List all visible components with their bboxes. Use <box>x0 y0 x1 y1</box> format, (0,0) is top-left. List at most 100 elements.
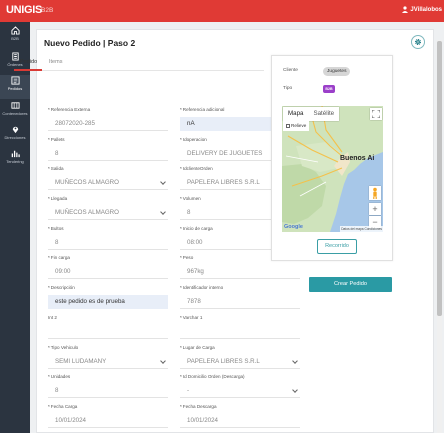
sidebar-item-direcciones[interactable]: Direcciones <box>0 124 30 148</box>
page-title: Nuevo Pedido | Paso 2 <box>44 38 136 48</box>
field-llegada: *Llegada MUÑECOS ALMAGRO <box>48 196 168 220</box>
field-label: Referencia adicional <box>182 107 225 112</box>
field-label: Volumen <box>182 196 201 201</box>
field-fecha-descarga: *Fecha Descarga 10/01/2024 <box>180 404 300 428</box>
field-descripcion: *Descripción este pedido es de prueba <box>48 285 168 309</box>
top-bar: UNIGIS B2B JVillalobos <box>0 0 444 22</box>
field-referencia-externa: *Referencia Externa 28072020-285 <box>48 107 168 131</box>
cliente-label: Cliente <box>283 68 298 73</box>
zoom-in-button[interactable]: + <box>369 203 381 215</box>
sidebar-item-label: Pedidos <box>7 86 23 91</box>
field-label: Descripción <box>50 285 75 290</box>
fecha-descarga-input[interactable]: 10/01/2024 <box>180 414 300 428</box>
int2-input[interactable] <box>48 325 168 339</box>
field-fecha-carga: *Fecha Carga 10/01/2024 <box>48 404 168 428</box>
home-icon <box>10 26 20 35</box>
field-label: Salida <box>50 166 64 171</box>
field-label: Lugar de Carga <box>182 345 215 350</box>
street-view-pegman[interactable] <box>369 186 381 200</box>
settings-button[interactable] <box>411 35 425 49</box>
lugar-carga-select[interactable]: PAPELERA LIBRES S.R.L <box>180 355 300 369</box>
field-label: IdclienteOrden <box>182 166 213 171</box>
recorrido-button[interactable]: Recorrido <box>317 239 357 254</box>
tab-pedido[interactable]: Pedido <box>20 59 37 65</box>
field-label: Pallets <box>50 137 65 142</box>
salida-select[interactable]: MUÑECOS ALMAGRO <box>48 176 168 190</box>
page-scrollbar[interactable] <box>437 40 442 433</box>
field-label: Fecha Carga <box>50 404 78 409</box>
pedidos-icon <box>10 76 20 85</box>
identificador-interno-input[interactable]: 7878 <box>180 295 300 309</box>
sidebar-item-label: B2B <box>11 36 19 41</box>
field-label: Identificador interno <box>182 285 224 290</box>
field-label: Int 2 <box>48 315 57 320</box>
order-summary-panel: Cliente Juguetes Tipo B2B Mapa Satélite … <box>271 55 393 261</box>
relief-label: Relieve <box>291 123 307 128</box>
sidebar: B2B Órdenes Pedidos Contenedores Direcci… <box>0 22 30 433</box>
peso-input[interactable]: 967kg <box>180 265 300 279</box>
map-tab-mapa[interactable]: Mapa <box>283 107 308 121</box>
product-name: B2B <box>41 7 54 14</box>
chart-icon <box>11 150 20 158</box>
user-name: JVillalobos <box>410 6 442 13</box>
user-menu[interactable]: JVillalobos <box>402 6 442 13</box>
app-logo[interactable]: UNIGIS <box>6 4 42 16</box>
field-label: Varchar 1 <box>182 315 203 320</box>
llegada-select[interactable]: MUÑECOS ALMAGRO <box>48 206 168 220</box>
field-label: Tipo Vehiculo <box>50 345 79 350</box>
field-label: Referencia Externa <box>50 107 91 112</box>
scrollbar-thumb[interactable] <box>437 41 442 316</box>
sidebar-item-contenedores[interactable]: Contenedores <box>0 100 30 124</box>
map-attribution[interactable]: Datos del mapa Condiciones <box>340 226 383 232</box>
containers-icon <box>10 102 20 109</box>
field-label: Inicio de carga <box>182 226 213 231</box>
tabs: Pedido Items <box>14 57 264 71</box>
relief-checkbox[interactable] <box>286 124 290 128</box>
bultos-input[interactable]: 8 <box>48 236 168 250</box>
fullscreen-icon <box>371 109 381 119</box>
field-label: Unidades <box>50 374 71 379</box>
field-label: Id Domicilio Orden (Descarga) <box>182 374 245 379</box>
field-int2: Int 2 <box>48 315 168 339</box>
field-unidades: *Unidades 8 <box>48 374 168 398</box>
field-label: Llegada <box>50 196 68 201</box>
gear-icon <box>414 38 422 46</box>
crear-pedido-button[interactable]: Crear Pedido <box>309 277 392 292</box>
map-type-tabs: Mapa Satélite <box>283 107 340 121</box>
map-relief-toggle[interactable]: Relieve <box>283 121 310 131</box>
map-city-label: Buenos Ai <box>340 155 375 162</box>
field-identificador-interno: *Identificador interno 7878 <box>180 285 300 309</box>
field-label: Bultos <box>50 226 64 231</box>
map-tab-satelite[interactable]: Satélite <box>308 107 339 121</box>
fin-carga-input[interactable]: 09:00 <box>48 265 168 279</box>
tipo-badge: B2B <box>323 85 335 93</box>
route-map[interactable]: Mapa Satélite Relieve Buenos Ai + − Goog… <box>282 106 383 232</box>
tipo-vehiculo-select[interactable]: SEMI LUDAMANY <box>48 355 168 369</box>
sidebar-item-b2b[interactable]: B2B <box>0 25 30 49</box>
field-label: Fin carga <box>50 255 70 260</box>
fullscreen-button[interactable] <box>370 108 382 120</box>
field-lugar-carga: *Lugar de Carga PAPELERA LIBRES S.R.L <box>180 345 300 369</box>
varchar1-input[interactable] <box>180 325 300 339</box>
active-tab-indicator <box>14 69 42 71</box>
location-icon <box>12 126 18 134</box>
sidebar-item-label: Contenedores <box>2 111 28 116</box>
field-varchar1: *Varchar 1 <box>180 315 300 339</box>
sidebar-item-pedidos[interactable]: Pedidos <box>0 75 30 99</box>
descripcion-input[interactable]: este pedido es de prueba <box>48 295 168 309</box>
user-icon <box>402 6 409 13</box>
field-tipo-vehiculo: *Tipo Vehiculo SEMI LUDAMANY <box>48 345 168 369</box>
pallets-input[interactable]: 8 <box>48 147 168 161</box>
id-domicilio-descarga-select[interactable]: - <box>180 384 300 398</box>
field-label: Peso <box>182 255 194 260</box>
field-label: Idoperacion <box>182 137 207 142</box>
field-label: Fecha Descarga <box>182 404 217 409</box>
field-fin-carga: *Fin carga 09:00 <box>48 255 168 279</box>
sidebar-item-label: Direcciones <box>4 135 26 140</box>
referencia-externa-input[interactable]: 28072020-285 <box>48 117 168 131</box>
tab-items[interactable]: Items <box>49 59 62 65</box>
fecha-carga-input[interactable]: 10/01/2024 <box>48 414 168 428</box>
unidades-input[interactable]: 8 <box>48 384 168 398</box>
sidebar-item-label: Tendering <box>6 159 24 164</box>
sidebar-item-tendering[interactable]: Tendering <box>0 148 30 172</box>
